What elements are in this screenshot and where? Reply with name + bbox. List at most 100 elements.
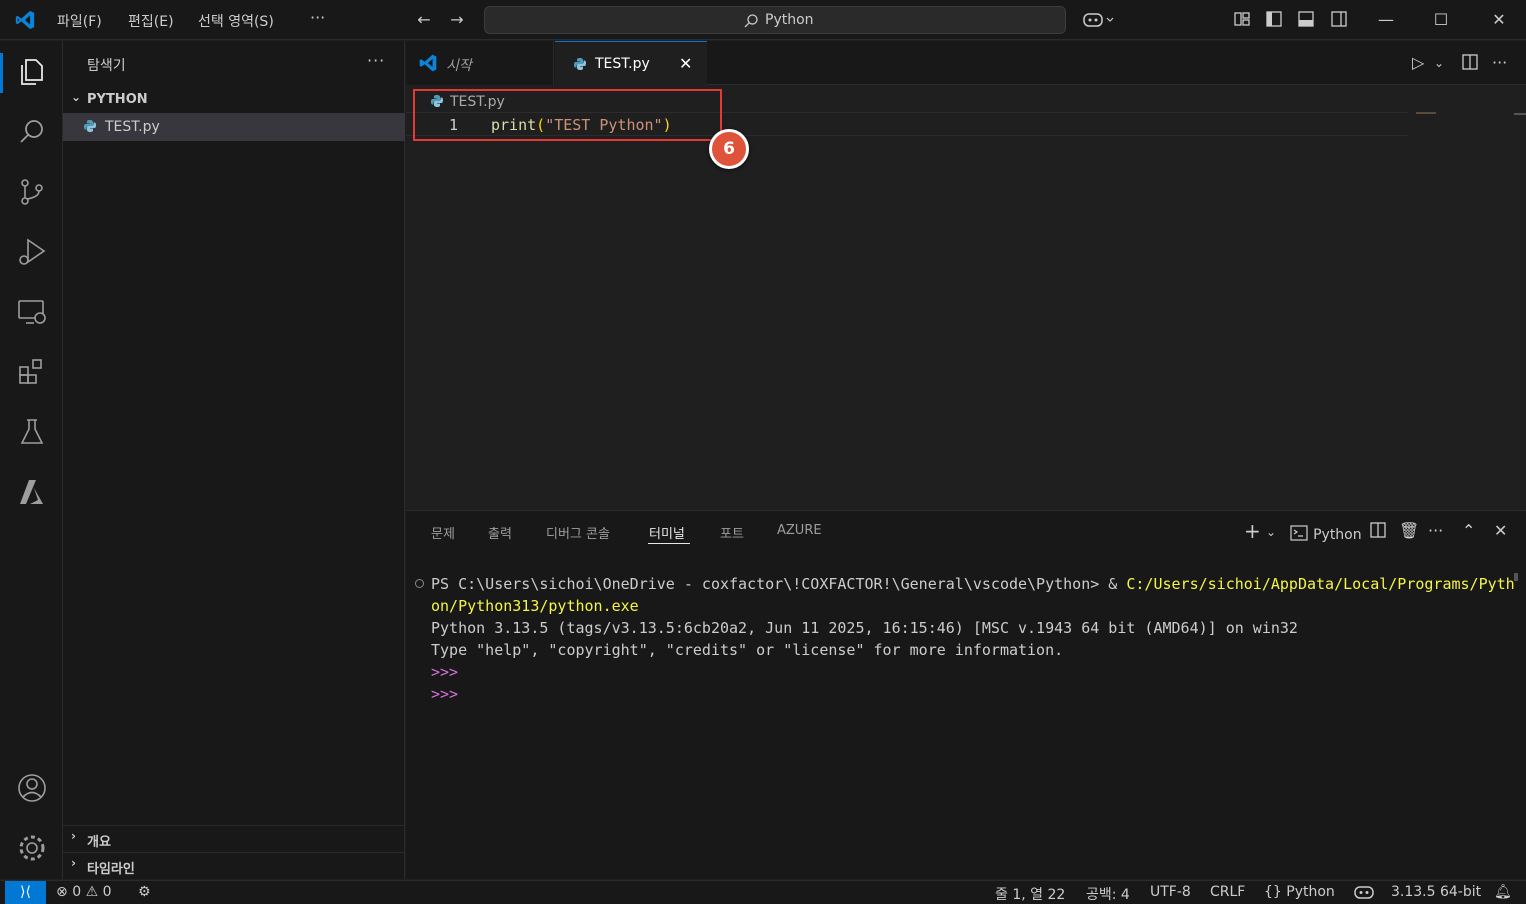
toggle-sidebar-icon[interactable] (1264, 10, 1284, 30)
azure-icon[interactable] (14, 474, 50, 510)
error-icon: ⊗ (56, 884, 68, 900)
cursor-position[interactable]: 줄 1, 열 22 (995, 884, 1065, 904)
timeline-label: 타임라인 (87, 862, 135, 877)
explorer-icon[interactable] (14, 54, 50, 90)
back-arrow-icon[interactable]: ← (414, 10, 434, 30)
menu-selection[interactable]: 선택 영역(S) (198, 11, 274, 31)
problems-indicator[interactable]: ⊗ 0 ⚠ 0 (56, 884, 112, 900)
split-editor-icon[interactable] (1461, 53, 1479, 75)
panel-tab-azure[interactable]: AZURE (777, 523, 822, 538)
indentation[interactable]: 공백: 4 (1086, 884, 1130, 904)
command-center-label: Python (765, 12, 814, 28)
title-bar: 파일(F) 편집(E) 선택 영역(S) ··· ← → Python — ☐ … (0, 0, 1526, 40)
accounts-icon[interactable] (14, 770, 50, 806)
vscode-logo (15, 10, 35, 30)
warning-icon: ⚠ (85, 884, 99, 900)
maximize-panel-icon[interactable]: ⌃ (1462, 521, 1475, 540)
run-python-icon[interactable]: ▷ (1412, 53, 1424, 72)
copilot-status-icon[interactable] (1354, 884, 1374, 904)
tab-welcome[interactable]: 시작 (406, 41, 554, 85)
menu-file[interactable]: 파일(F) (57, 11, 102, 31)
menu-more[interactable]: ··· (310, 8, 325, 27)
annotation-step-badge: 6 (709, 129, 749, 169)
testing-icon[interactable] (14, 414, 50, 450)
outline-label: 개요 (87, 835, 111, 850)
python-file-icon (574, 58, 586, 70)
chevron-right-icon: › (71, 829, 76, 843)
kill-terminal-icon[interactable]: 🗑 (1399, 521, 1419, 540)
command-center-search[interactable]: Python (484, 6, 1066, 34)
line-ending[interactable]: CRLF (1210, 884, 1245, 900)
chevron-right-icon: › (71, 856, 76, 870)
panel-tab-problems[interactable]: 문제 (431, 523, 455, 542)
outline-section-header[interactable]: › 개요 (63, 825, 405, 851)
command-decoration[interactable] (415, 579, 424, 588)
source-control-icon[interactable] (14, 174, 50, 210)
terminal-dropdown-icon[interactable]: ⌄ (1266, 525, 1276, 539)
file-tree-item[interactable]: TEST.py (63, 113, 405, 141)
warning-count: 0 (102, 884, 112, 900)
search-icon[interactable] (14, 114, 50, 150)
terminal-icon (1290, 525, 1308, 541)
terminal-scrollbar[interactable] (1514, 573, 1518, 581)
error-count: 0 (72, 884, 82, 900)
tab-label: TEST.py (595, 56, 650, 72)
menu-edit[interactable]: 편집(E) (128, 11, 174, 31)
status-bar: ⟩⟨ ⊗ 0 ⚠ 0 ⚙ 줄 1, 열 22 공백: 4 UTF-8 CRLF … (0, 880, 1526, 904)
panel-tab-debug-console[interactable]: 디버그 콘솔 (546, 523, 610, 542)
run-debug-icon[interactable] (14, 234, 50, 270)
explorer-sidebar: 탐색기 ··· ⌄ PYTHON TEST.py › 개요 › 타임라인 (63, 41, 405, 879)
minimap[interactable] (1416, 112, 1436, 114)
close-panel-icon[interactable]: ✕ (1494, 521, 1507, 540)
terminal-profile[interactable]: Python (1290, 523, 1362, 543)
terminal-command-cont: on/Python313/python.exe (431, 597, 639, 615)
notifications-bell-icon[interactable]: 🔔︎ (1494, 884, 1512, 900)
activity-bar (0, 41, 63, 879)
editor-tab-bar: 시작 TEST.py ✕ ▷ ⌄ ··· (406, 41, 1526, 85)
extensions-icon[interactable] (14, 354, 50, 390)
remote-indicator-icon[interactable]: ⟩⟨ (5, 881, 46, 904)
braces-icon: {} (1264, 884, 1282, 900)
encoding[interactable]: UTF-8 (1150, 884, 1191, 900)
new-terminal-icon[interactable]: + (1244, 519, 1261, 543)
panel-more-icon[interactable]: ··· (1428, 521, 1443, 540)
file-name: TEST.py (105, 119, 160, 135)
search-icon (744, 14, 758, 28)
editor-scrollbar[interactable] (1514, 113, 1526, 115)
remote-explorer-icon[interactable] (14, 294, 50, 330)
folder-name: PYTHON (87, 92, 148, 107)
panel-tab-terminal[interactable]: 터미널 (649, 523, 685, 542)
copilot-icon[interactable] (1082, 10, 1118, 30)
split-terminal-icon[interactable] (1369, 521, 1387, 543)
panel-tab-output[interactable]: 출력 (488, 523, 512, 542)
vscode-icon (419, 54, 437, 72)
maximize-icon[interactable]: ☐ (1431, 10, 1451, 30)
sidebar-title: 탐색기 (87, 58, 126, 74)
python-interpreter[interactable]: 3.13.5 64-bit (1391, 884, 1481, 900)
language-mode[interactable]: {} Python (1264, 884, 1335, 900)
python-repl-prompt: >>> (431, 685, 459, 703)
run-dropdown-icon[interactable]: ⌄ (1434, 56, 1444, 70)
annotation-highlight-box (413, 89, 722, 141)
panel-tab-ports[interactable]: 포트 (720, 523, 744, 542)
close-icon[interactable]: ✕ (1489, 10, 1509, 30)
settings-gear-icon[interactable] (14, 830, 50, 866)
terminal-command: C:/Users/sichoi/AppData/Local/Programs/P… (1126, 575, 1515, 593)
toggle-panel-icon[interactable] (1296, 10, 1316, 30)
sidebar-more-button[interactable]: ··· (367, 51, 385, 70)
python-repl-prompt: >>> (431, 663, 459, 681)
timeline-section-header[interactable]: › 타임라인 (63, 852, 405, 878)
bottom-panel: 문제 출력 디버그 콘솔 터미널 포트 AZURE + ⌄ Python 🗑 ·… (406, 510, 1526, 879)
folder-section-header[interactable]: ⌄ PYTHON (63, 87, 405, 113)
customize-layout-icon[interactable] (1232, 10, 1252, 30)
debug-icon[interactable]: ⚙ (138, 884, 151, 900)
tab-test-py[interactable]: TEST.py ✕ (555, 41, 707, 85)
tab-close-icon[interactable]: ✕ (679, 54, 692, 73)
toggle-secondary-sidebar-icon[interactable] (1329, 10, 1349, 30)
forward-arrow-icon[interactable]: → (447, 10, 467, 30)
minimize-icon[interactable]: — (1376, 10, 1396, 30)
editor-more-icon[interactable]: ··· (1492, 53, 1507, 72)
terminal-help-line: Type "help", "copyright", "credits" or "… (431, 641, 1064, 659)
terminal-output[interactable]: PS C:\Users\sichoi\OneDrive - coxfactor\… (431, 573, 1515, 705)
chevron-down-icon: ⌄ (71, 90, 82, 104)
